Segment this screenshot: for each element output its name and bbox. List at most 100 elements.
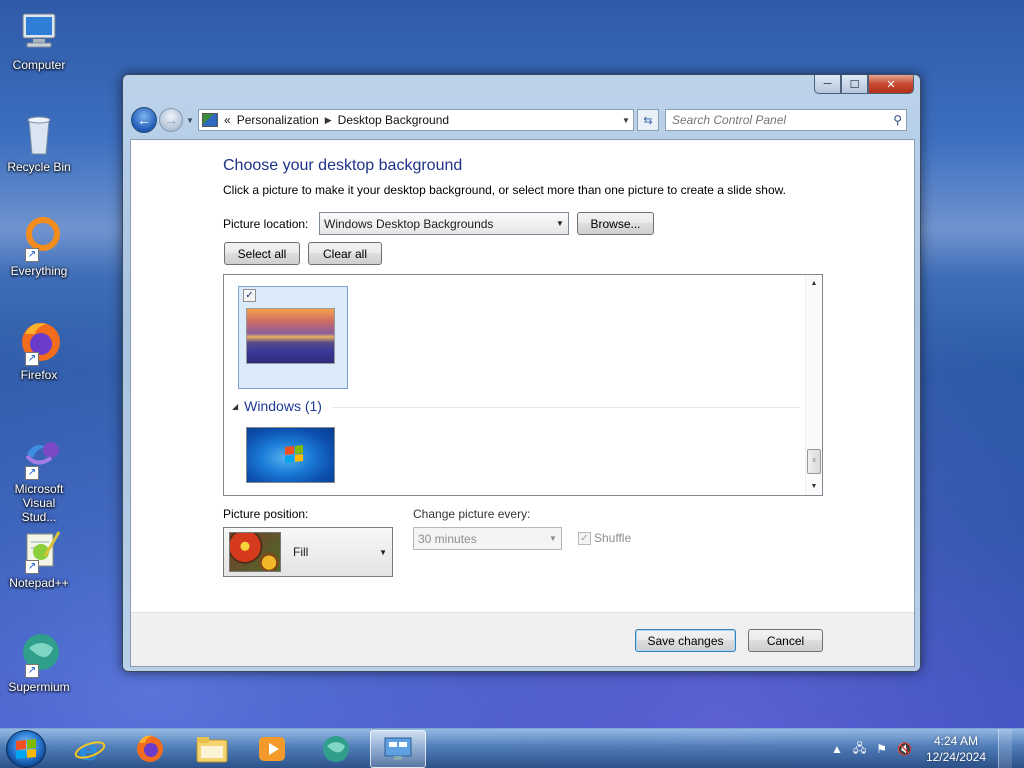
recycle-bin-icon bbox=[15, 110, 63, 158]
personalization-icon bbox=[384, 737, 412, 760]
page-title: Choose your desktop background bbox=[223, 157, 463, 174]
navigation-bar: ← → ▼ « Personalization ▶ Desktop Backgr… bbox=[131, 106, 912, 134]
taskbar-media-player[interactable] bbox=[244, 730, 300, 768]
caption-buttons: ─ ☐ ✕ bbox=[814, 75, 914, 94]
change-picture-select[interactable]: 30 minutes ▼ bbox=[413, 527, 562, 550]
forward-button[interactable]: → bbox=[159, 108, 183, 132]
lake-sunset-thumbnail bbox=[246, 308, 335, 364]
picture-position-label: Picture position: bbox=[223, 507, 309, 521]
maximize-button[interactable]: ☐ bbox=[841, 75, 868, 94]
firefox-icon bbox=[137, 735, 163, 762]
desktop-icon-visual-studio[interactable]: ↗ Microsoft Visual Stud... bbox=[4, 432, 74, 524]
taskbar-supermium[interactable] bbox=[308, 730, 364, 768]
minimize-button[interactable]: ─ bbox=[814, 75, 841, 94]
dialog-footer: Save changes Cancel bbox=[131, 612, 914, 666]
page-description: Click a picture to make it your desktop … bbox=[223, 183, 786, 197]
scroll-down-icon[interactable]: ▼ bbox=[806, 478, 822, 495]
desktop-icon-notepad-plus-plus[interactable]: ↗ Notepad++ bbox=[4, 526, 74, 590]
search-input[interactable] bbox=[672, 113, 882, 127]
picture-location-value: Windows Desktop Backgrounds bbox=[324, 216, 494, 231]
change-picture-label: Change picture every: bbox=[413, 507, 531, 521]
windows-default-thumbnail[interactable] bbox=[246, 427, 335, 483]
desktop-icon-recycle-bin[interactable]: Recycle Bin bbox=[4, 110, 74, 174]
save-changes-button[interactable]: Save changes bbox=[635, 629, 736, 652]
search-box[interactable]: ⚲ bbox=[665, 109, 907, 131]
browse-button[interactable]: Browse... bbox=[577, 212, 654, 235]
desktop-icon-everything[interactable]: ↗ Everything bbox=[4, 214, 74, 278]
scroll-up-icon[interactable]: ▲ bbox=[806, 275, 822, 292]
clock-time: 4:24 AM bbox=[933, 734, 978, 748]
everything-icon: ↗ bbox=[15, 214, 63, 262]
forward-arrow-icon: → bbox=[164, 112, 178, 128]
supermium-icon: ↗ bbox=[15, 630, 63, 678]
desktop-icon-computer[interactable]: Computer bbox=[4, 8, 74, 72]
gallery-item-selected[interactable]: ✓ bbox=[238, 286, 348, 389]
desktop-icon-firefox[interactable]: ↗ Firefox bbox=[4, 318, 74, 382]
select-all-button[interactable]: Select all bbox=[224, 242, 300, 265]
folder-icon bbox=[196, 737, 228, 763]
control-panel-icon bbox=[202, 113, 218, 127]
recent-pages-dropdown[interactable]: ▼ bbox=[184, 116, 196, 125]
windows-logo-icon bbox=[16, 738, 36, 760]
address-bar[interactable]: « Personalization ▶ Desktop Background ▼ bbox=[198, 109, 634, 131]
close-button[interactable]: ✕ bbox=[868, 75, 914, 94]
back-button[interactable]: ← bbox=[131, 107, 157, 133]
shuffle-checkbox[interactable]: ✓ Shuffle bbox=[578, 531, 631, 545]
clock-date: 12/24/2024 bbox=[925, 750, 986, 764]
collapse-triangle-icon[interactable]: ◢ bbox=[232, 402, 238, 411]
shortcut-arrow-icon: ↗ bbox=[25, 352, 39, 366]
breadcrumb-separator-icon[interactable]: ▶ bbox=[325, 115, 332, 126]
shuffle-label: Shuffle bbox=[594, 531, 632, 545]
clear-all-button[interactable]: Clear all bbox=[308, 242, 382, 265]
breadcrumb-personalization[interactable]: Personalization bbox=[237, 113, 319, 127]
scrollbar-thumb[interactable]: ≡ bbox=[807, 449, 821, 474]
network-icon[interactable]: 🖧 bbox=[853, 739, 866, 760]
volume-muted-icon[interactable]: 🔇 bbox=[897, 742, 912, 756]
desktop-icon-supermium[interactable]: ↗ Supermium bbox=[4, 630, 74, 694]
system-tray: ▲ 🖧 ⚑ 🔇 4:24 AM 12/24/2024 bbox=[831, 729, 1012, 768]
address-overflow[interactable]: « bbox=[224, 113, 231, 127]
taskbar-firefox[interactable] bbox=[122, 730, 178, 768]
start-button[interactable] bbox=[6, 730, 46, 768]
search-icon[interactable]: ⚲ bbox=[893, 113, 902, 127]
refresh-button[interactable]: ⇆ bbox=[637, 109, 659, 131]
address-dropdown-icon[interactable]: ▼ bbox=[619, 116, 633, 125]
chevron-down-icon: ▼ bbox=[549, 534, 557, 543]
refresh-icon: ⇆ bbox=[643, 114, 653, 127]
shortcut-arrow-icon: ↗ bbox=[25, 664, 39, 678]
desktop-icon-label: Supermium bbox=[8, 680, 70, 694]
shuffle-check-icon[interactable]: ✓ bbox=[578, 531, 591, 545]
supermium-icon bbox=[323, 736, 349, 762]
picture-position-select[interactable]: Fill ▼ bbox=[223, 527, 393, 577]
shortcut-arrow-icon: ↗ bbox=[25, 466, 39, 480]
show-hidden-icons-icon[interactable]: ▲ bbox=[831, 742, 843, 756]
svg-text:e: e bbox=[79, 733, 98, 765]
gallery-scrollbar[interactable]: ▲ ≡ ▼ bbox=[805, 275, 822, 495]
cancel-button[interactable]: Cancel bbox=[748, 629, 823, 652]
background-gallery: ✓ ◢ Windows (1) ▲ ≡ ▼ bbox=[223, 274, 823, 496]
desktop-icon-label: Firefox bbox=[20, 368, 58, 382]
desktop-icon-label: Notepad++ bbox=[9, 576, 69, 590]
desktop-icon-label: Everything bbox=[10, 264, 68, 278]
clock[interactable]: 4:24 AM 12/24/2024 bbox=[926, 733, 986, 765]
taskbar-control-panel[interactable] bbox=[370, 730, 426, 768]
shortcut-arrow-icon: ↗ bbox=[25, 248, 39, 262]
picture-location-select[interactable]: Windows Desktop Backgrounds ▼ bbox=[319, 212, 569, 235]
desktop-icon-label: Recycle Bin bbox=[7, 160, 71, 174]
computer-icon bbox=[15, 8, 63, 56]
group-header-label: Windows (1) bbox=[244, 398, 322, 414]
flower-preview-image bbox=[229, 532, 281, 572]
gallery-item-checkbox[interactable]: ✓ bbox=[243, 289, 256, 302]
breadcrumb-desktop-background[interactable]: Desktop Background bbox=[338, 113, 449, 127]
show-desktop-button[interactable] bbox=[998, 729, 1012, 768]
group-header-windows[interactable]: ◢ Windows (1) bbox=[232, 398, 322, 414]
taskbar: e ▲ 🖧 ⚑ 🔇 4:24 AM 12/24/2024 bbox=[0, 728, 1024, 768]
taskbar-file-explorer[interactable] bbox=[184, 730, 240, 768]
action-center-flag-icon[interactable]: ⚑ bbox=[876, 742, 887, 756]
change-picture-value: 30 minutes bbox=[418, 531, 477, 546]
picture-position-value: Fill bbox=[293, 545, 309, 559]
personalization-window: ─ ☐ ✕ ← → ▼ « Personalization ▶ Desktop … bbox=[122, 74, 921, 672]
shortcut-arrow-icon: ↗ bbox=[25, 560, 39, 574]
internet-explorer-icon: e bbox=[74, 733, 106, 765]
taskbar-internet-explorer[interactable]: e bbox=[62, 730, 118, 768]
